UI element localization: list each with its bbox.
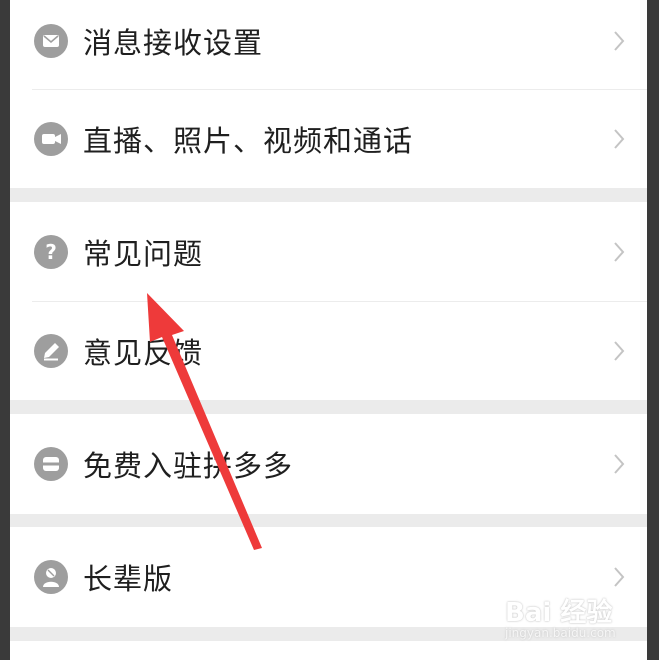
baidu-jingyan-watermark: Bai 经验 jingyan.baidu.com [505,588,645,648]
annotation-arrow [147,293,262,550]
watermark-sub: jingyan.baidu.com [505,626,616,640]
watermark-brand: Bai 经验 [505,598,613,628]
